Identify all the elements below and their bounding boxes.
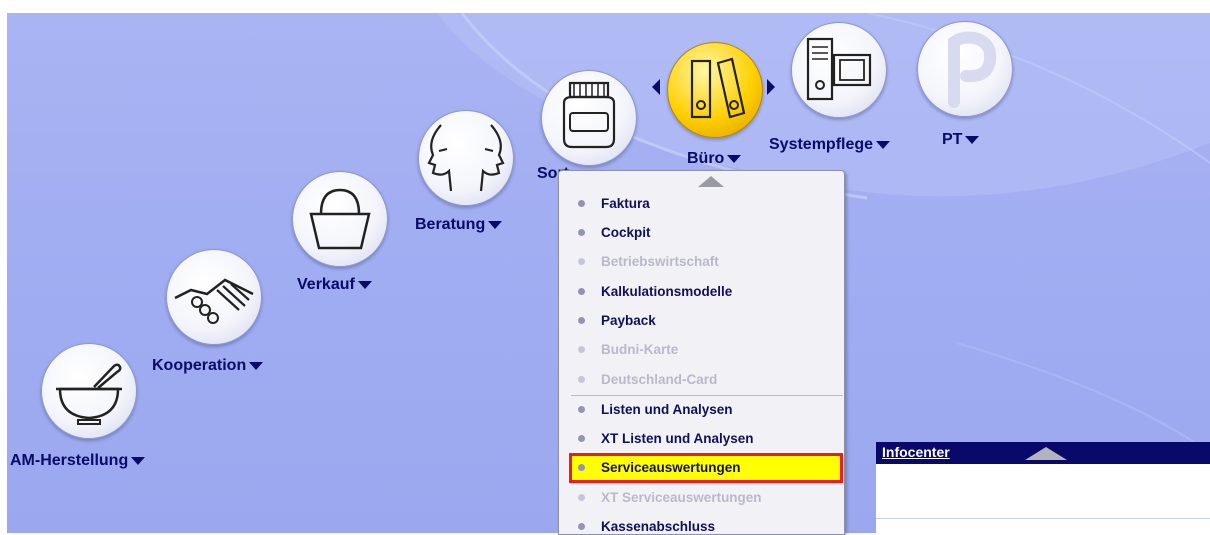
bullet-icon [578,288,585,295]
computer-icon [806,37,872,101]
bullet-icon [578,346,585,353]
beratung-label[interactable]: Beratung [415,216,503,234]
menu-item-xt-listen-und-analysen[interactable]: XT Listen und Analysen [571,426,836,452]
buero-dropdown-menu: Faktura Cockpit Betriebswirtschaft Kalku… [558,170,845,535]
divider [876,518,1210,519]
buero-button[interactable] [667,42,763,138]
chevron-down-icon [876,140,891,149]
menu-item-deutschland-card: Deutschland-Card [571,367,836,393]
bullet-icon [578,406,585,413]
previous-arrow-icon[interactable] [652,79,660,95]
bullet-icon [578,229,585,236]
pt-label[interactable]: PT [942,131,980,149]
mortar-pestle-icon [56,363,122,425]
menu-item-kassenabschluss[interactable]: Kassenabschluss [571,514,836,534]
faces-icon [427,124,505,192]
bullet-icon [578,200,585,207]
verkauf-button[interactable] [292,171,388,267]
kooperation-button[interactable] [166,249,262,345]
menu-item-listen-und-analysen[interactable]: Listen und Analysen [571,397,836,423]
handshake-icon [174,278,254,324]
bullet-icon [578,494,585,501]
chevron-down-icon [965,135,980,144]
bullet-icon [578,435,585,442]
menu-item-xt-serviceauswertungen: XT Serviceauswertungen [571,485,836,511]
pt-button[interactable] [917,21,1013,117]
shopping-bag-icon [309,188,371,250]
infocenter-panel: Infocenter [876,442,1210,533]
next-arrow-icon[interactable] [767,79,775,95]
menu-item-betriebswirtschaft: Betriebswirtschaft [571,249,836,275]
chevron-down-icon [727,154,742,163]
am-herstellung-label[interactable]: AM-Herstellung [10,452,146,470]
expand-up-icon[interactable] [1025,447,1067,460]
scroll-up-icon[interactable] [698,176,724,187]
beratung-button[interactable] [418,110,514,206]
bullet-icon [578,317,585,324]
menu-separator [571,395,843,396]
menu-item-payback[interactable]: Payback [571,308,836,334]
chevron-down-icon [131,456,146,465]
bullet-icon [578,376,585,383]
buero-label[interactable]: Büro [687,150,742,168]
menu-item-faktura[interactable]: Faktura [571,191,836,217]
kooperation-label[interactable]: Kooperation [152,357,264,375]
sortiment-button[interactable] [541,70,637,166]
chevron-down-icon [249,361,264,370]
menu-item-budni-karte: Budni-Karte [571,337,836,363]
infocenter-header[interactable]: Infocenter [876,442,1210,464]
chevron-down-icon [488,220,503,229]
verkauf-label[interactable]: Verkauf [297,276,372,294]
menu-item-kalkulationsmodelle[interactable]: Kalkulationsmodelle [571,279,836,305]
bullet-icon [578,464,585,471]
bullet-icon [578,523,585,530]
chevron-down-icon [357,280,372,289]
bullet-icon [578,258,585,265]
pt-logo-icon [948,31,997,108]
menu-item-serviceauswertungen[interactable]: Serviceauswertungen [569,453,843,483]
jar-icon [562,81,616,149]
am-herstellung-button[interactable] [41,343,137,439]
menu-item-cockpit[interactable]: Cockpit [571,220,836,246]
infocenter-title[interactable]: Infocenter [882,444,950,460]
systempflege-button[interactable] [791,22,887,118]
binders-icon [690,57,746,119]
systempflege-label[interactable]: Systempflege [769,136,891,154]
